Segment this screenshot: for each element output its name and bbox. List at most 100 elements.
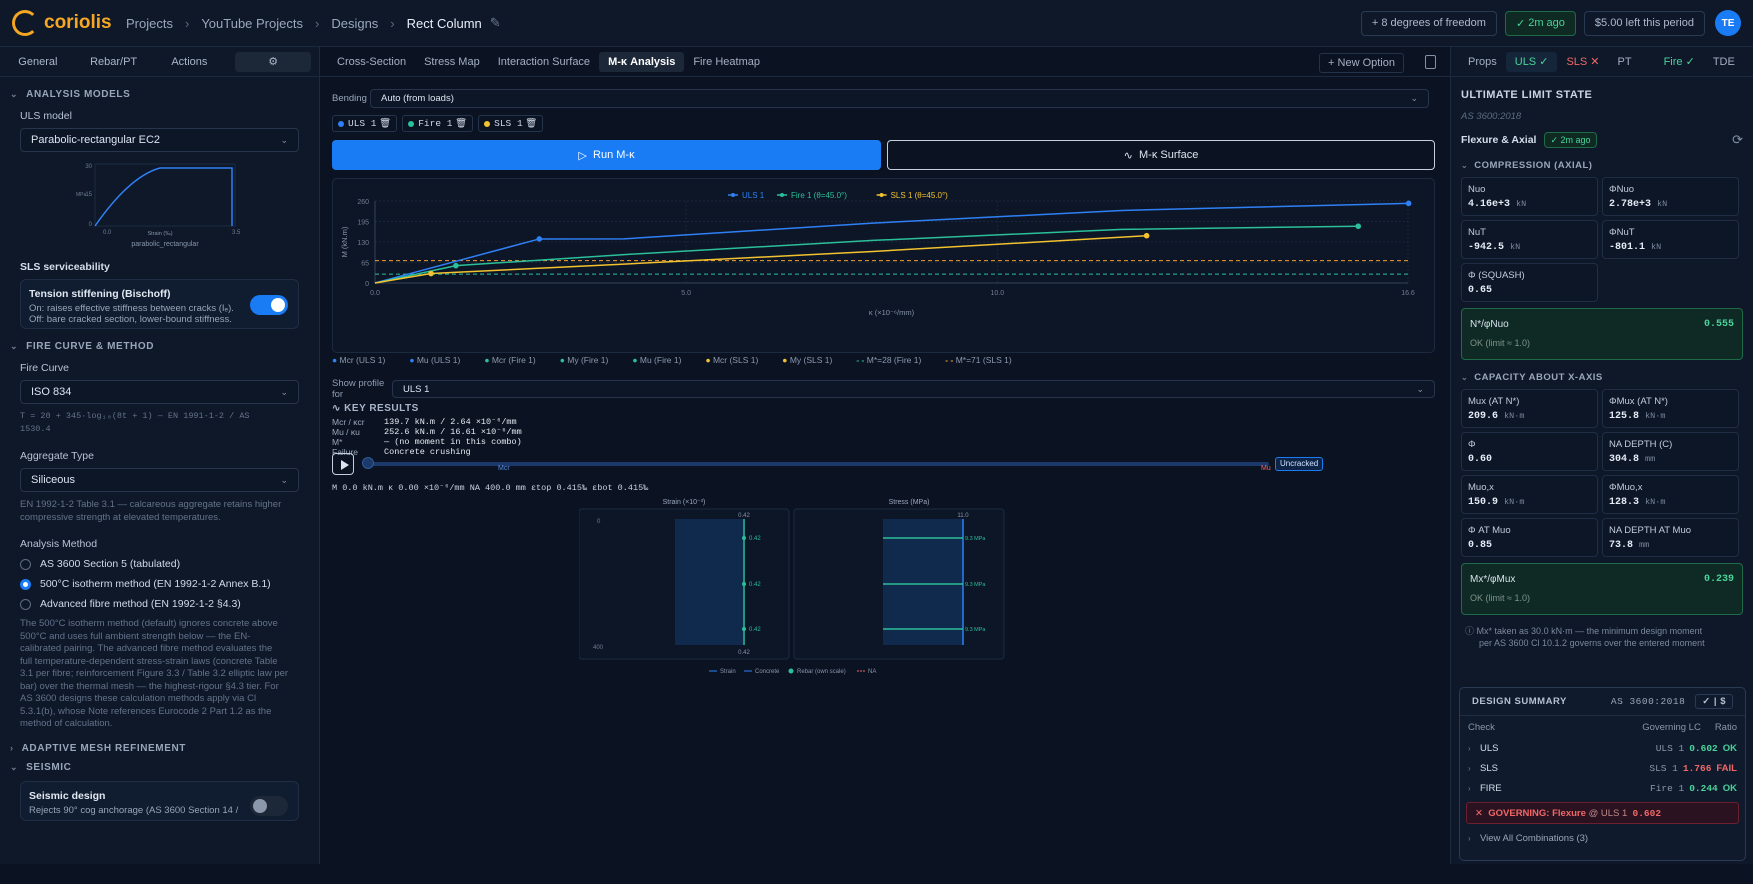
mk-surface-button[interactable]: ∿ M-κ Surface (887, 140, 1435, 170)
tab-uls[interactable]: ULS ✓ (1505, 51, 1558, 72)
tab-sls[interactable]: SLS ✕ (1557, 52, 1608, 72)
moment-slider: Mcr Mu Uncracked (332, 453, 1435, 475)
credit-pill[interactable]: $5.00 left this period (1583, 10, 1705, 36)
logo[interactable]: coriolis (12, 10, 112, 36)
legend-entry: Fire 1 (θ=45.0°) (791, 191, 847, 200)
chip-uls[interactable]: ULS 1 🗑 (332, 115, 398, 132)
section-analysis-models[interactable]: ⌄ ANALYSIS MODELS (10, 89, 319, 100)
chip-dot (338, 120, 344, 127)
breadcrumb-youtube[interactable]: YouTube Projects (201, 16, 303, 31)
run-mk-button[interactable]: ▷ Run M-κ (332, 140, 881, 170)
breadcrumb-designs[interactable]: Designs (331, 16, 378, 31)
tension-toggle[interactable] (250, 295, 288, 315)
design-summary: DESIGN SUMMARY AS 3600:2018 ✓ | $ Check … (1459, 687, 1746, 861)
tab-tde[interactable]: TDE (1704, 52, 1744, 72)
legend-entry: SLS 1 (θ=45.0°) (891, 191, 949, 200)
tab-mk-analysis[interactable]: M-κ Analysis (599, 51, 685, 72)
legend-my-fire: ● My (Fire 1) (559, 355, 609, 365)
x-tick-label: 16.6 (1401, 290, 1415, 297)
legend-mcr-fire: ● Mcr (Fire 1) (484, 355, 536, 365)
aggregate-select[interactable]: Siliceous ⌄ (20, 468, 299, 492)
capacity-head[interactable]: ⌄ CAPACITY ABOUT X-AXIS (1461, 372, 1743, 383)
chevron-right-icon: › (1468, 763, 1471, 773)
chevron-right-icon: › (1468, 743, 1471, 753)
panel-legend-rebar: Rebar (own scale) (797, 669, 846, 675)
bending-label: Bending (332, 93, 367, 104)
avatar[interactable]: TE (1715, 10, 1741, 36)
stress-title: Stress (MPa) (889, 499, 930, 506)
chevron-right-icon: › (1468, 833, 1471, 843)
tab-stress-map[interactable]: Stress Map (415, 52, 489, 72)
section-fire-curve[interactable]: ⌄ FIRE CURVE & METHOD (10, 341, 319, 352)
tension-title: Tension stiffening (Bischoff) (29, 288, 171, 300)
view-all-combinations[interactable]: › View All Combinations (3) (1460, 828, 1745, 848)
refresh-icon[interactable]: ⟳ (1732, 132, 1743, 148)
profile-label: Show profile for (332, 378, 385, 400)
document-icon[interactable] (1425, 55, 1436, 69)
legend-mstar-fire: - - M*=28 (Fire 1) (856, 355, 922, 365)
section-seismic[interactable]: ⌄ SEISMIC (10, 762, 319, 773)
tab-rebar[interactable]: Rebar/PT (76, 56, 152, 68)
y-tick-label: 130 (357, 240, 369, 247)
radio-advanced-fibre[interactable]: Advanced fibre method (EN 1992-1-2 §4.3) (20, 598, 299, 610)
right-tabs: Props ULS ✓ SLS ✕ PT Fire ✓ TDE (1451, 47, 1753, 77)
play-button[interactable] (332, 453, 354, 475)
chevron-down-icon: ⌄ (1461, 161, 1469, 170)
summary-row-uls[interactable]: › ULS ULS 1 0.602 OK (1460, 738, 1745, 758)
trash-icon[interactable]: 🗑 (455, 118, 467, 129)
tab-interaction-surface[interactable]: Interaction Surface (489, 52, 599, 72)
chevron-down-icon: ⌄ (280, 474, 288, 485)
ratio-axial: N*/φNuo 0.555 OK (limit ≈ 1.0) (1461, 308, 1743, 360)
legend-mcr-uls: ● Mcr (ULS 1) (332, 355, 386, 365)
bending-select[interactable]: Auto (from loads) ⌄ (370, 89, 1429, 108)
section-mesh[interactable]: › ADAPTIVE MESH REFINEMENT (10, 743, 319, 754)
compression-head[interactable]: ⌄ COMPRESSION (AXIAL) (1461, 160, 1743, 171)
radio-dot (20, 598, 31, 610)
left-tabs: General Rebar/PT Actions ⚙ (0, 47, 319, 77)
flexure-badge: ✓ 2m ago (1544, 132, 1597, 148)
fire-curve-select[interactable]: ISO 834 ⌄ (20, 380, 299, 404)
mini-xlabel: Strain (‰) (147, 231, 172, 237)
slider-handle[interactable] (362, 457, 374, 469)
stress-rebar-label: 9.3 MPa (965, 582, 986, 588)
chip-sls[interactable]: SLS 1 🗑 (478, 115, 544, 132)
new-option-button[interactable]: + New Option (1319, 53, 1404, 73)
tab-props[interactable]: Props (1459, 52, 1506, 72)
tab-pt[interactable]: PT (1609, 52, 1641, 72)
mini-x-tick: 0.0 (103, 230, 112, 236)
section-profile-panels: Strain (×10⁻³) 0 400 0.42 0.42 0.42 0.42… (578, 497, 1009, 680)
y-tick-label: 195 (357, 220, 369, 227)
tab-settings[interactable]: ⚙ (235, 51, 311, 72)
breadcrumb-projects[interactable]: Projects (126, 16, 173, 31)
trash-icon[interactable]: 🗑 (379, 118, 391, 129)
tab-general[interactable]: General (0, 56, 76, 68)
seismic-toggle[interactable] (250, 795, 288, 816)
panel-legend-na: NA (868, 669, 876, 675)
tab-actions[interactable]: Actions (152, 56, 228, 68)
tab-fire[interactable]: Fire ✓ (1655, 52, 1704, 72)
tab-fire-heatmap[interactable]: Fire Heatmap (684, 52, 769, 72)
play-icon: ▷ (578, 149, 587, 162)
summary-check-toggle[interactable]: ✓ | $ (1695, 694, 1733, 709)
chevron-right-icon: › (10, 743, 14, 753)
dof-pill[interactable]: + 8 degrees of freedom (1360, 10, 1497, 36)
chevron-down-icon: ⌄ (1416, 383, 1424, 394)
main-tabs: Cross-Section Stress Map Interaction Sur… (320, 47, 1450, 77)
compression-grid: Nuo 4.16e+3 kN ΦNuo 2.78e+3 kN NuT -942.5 k… (1461, 177, 1743, 302)
summary-row-fire[interactable]: › FIRE Fire 1 0.244 OK (1460, 778, 1745, 798)
tab-cross-section[interactable]: Cross-Section (328, 52, 415, 72)
chip-fire[interactable]: Fire 1 🗑 (402, 115, 474, 132)
uls-model-select[interactable]: Parabolic-rectangular EC2 ⌄ (20, 128, 299, 152)
trash-icon[interactable]: 🗑 (525, 118, 537, 129)
radio-as3600[interactable]: AS 3600 Section 5 (tabulated) (20, 558, 299, 570)
chip-dot (484, 120, 491, 127)
strain-section-fill (675, 519, 743, 645)
edit-pencil-icon[interactable]: ✎ (490, 15, 501, 31)
summary-row-sls[interactable]: › SLS SLS 1 1.766 FAIL (1460, 758, 1745, 778)
breadcrumb: Projects › YouTube Projects › Designs › Rec… (126, 15, 501, 31)
cross-icon: ✕ (1475, 807, 1483, 819)
profile-select[interactable]: ULS 1 ⌄ (392, 380, 1435, 398)
stress-rebar-label: 9.3 MPa (965, 536, 986, 542)
radio-500c[interactable]: 500°C isotherm method (EN 1992-1-2 Annex… (20, 578, 299, 590)
strain-rebar-label: 0.42 (749, 536, 761, 542)
